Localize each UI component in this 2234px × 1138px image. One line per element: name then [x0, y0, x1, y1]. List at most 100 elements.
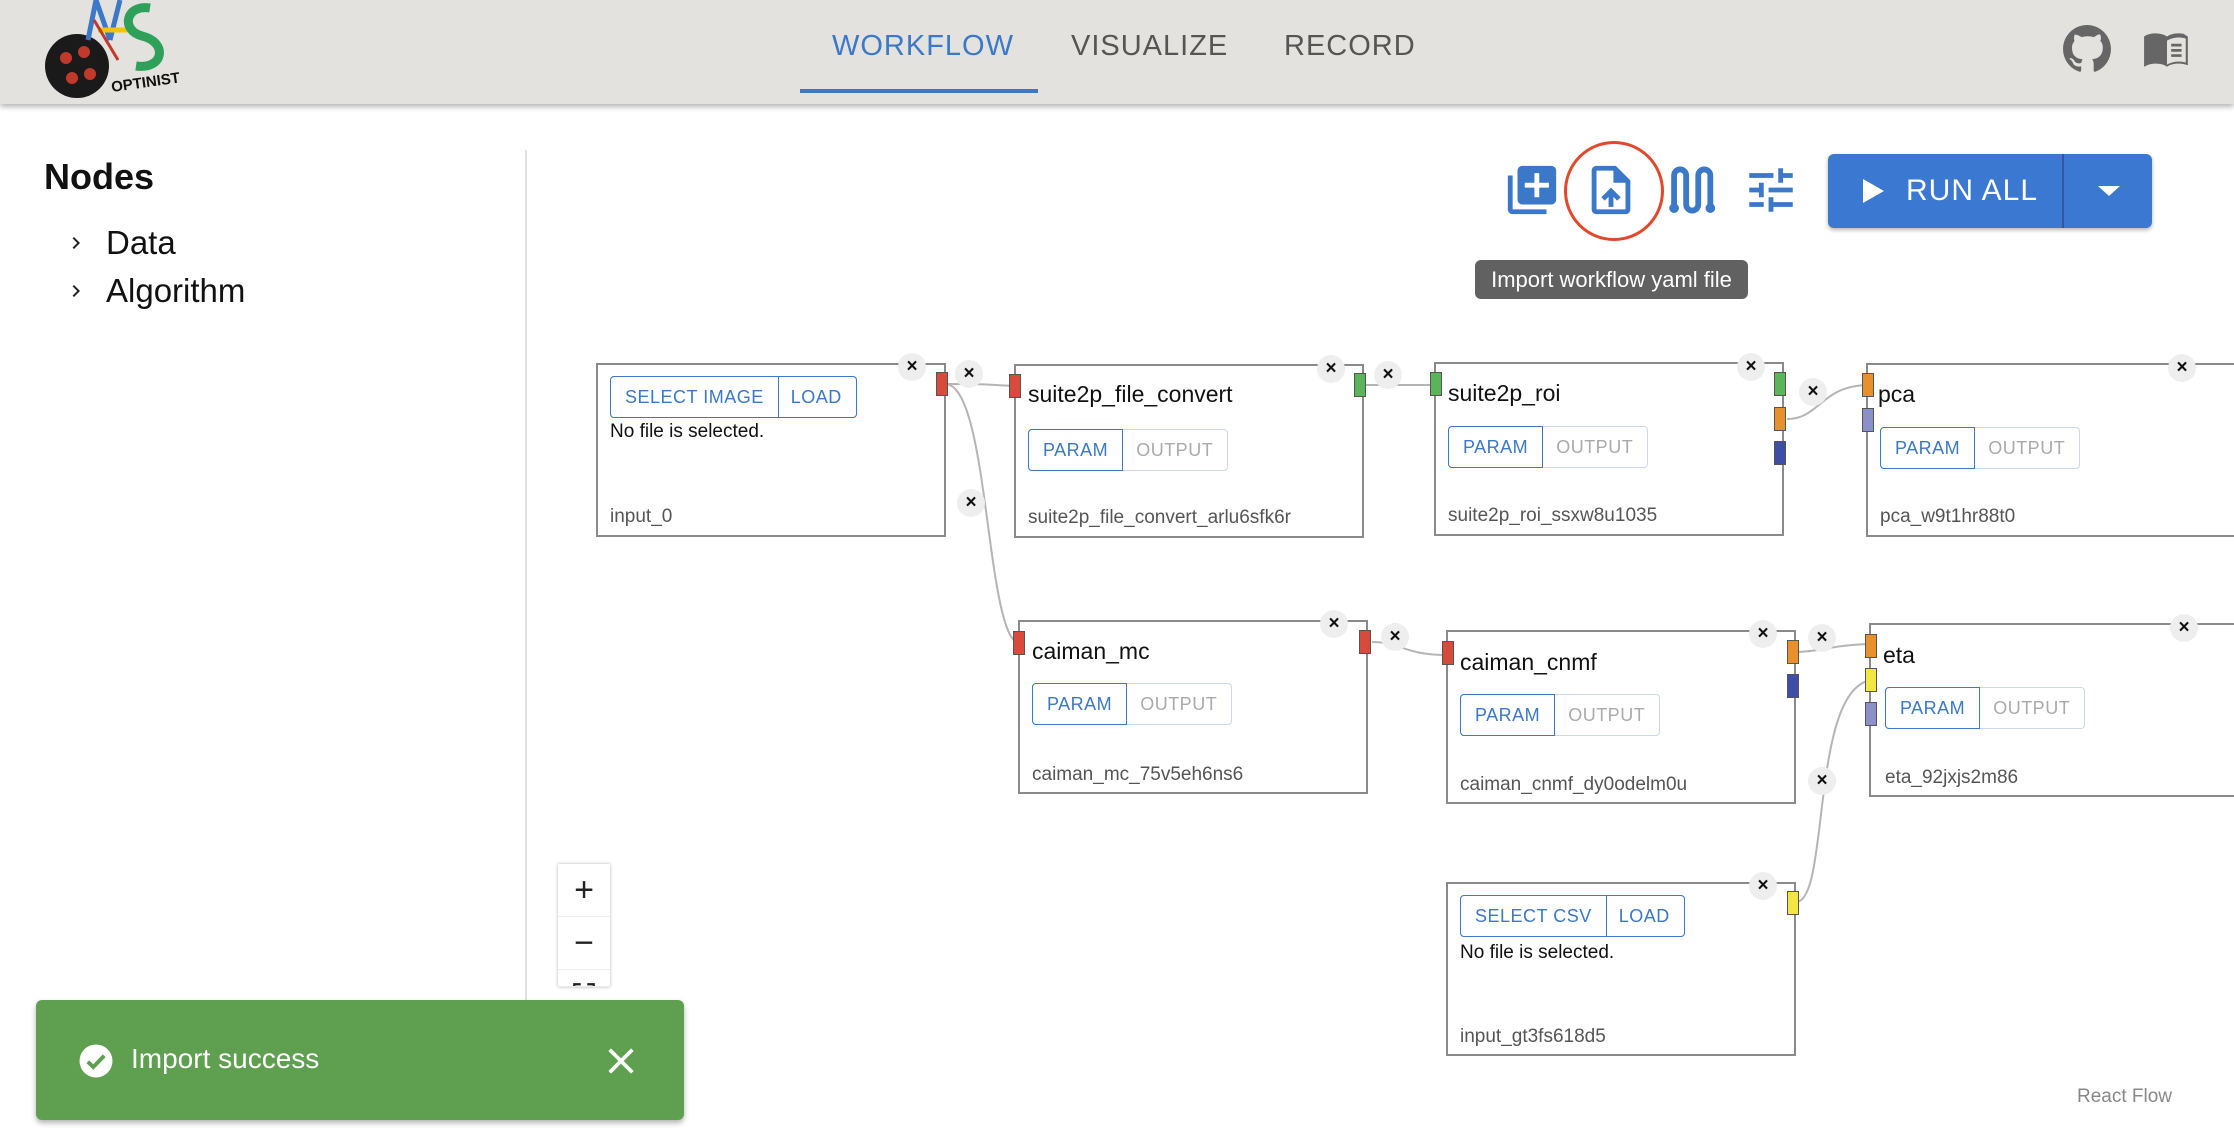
input-port-neural-data[interactable]: [1862, 373, 1874, 397]
node-id: input_0: [610, 506, 673, 527]
output-port-mc-images[interactable]: [1359, 630, 1371, 654]
select-csv-button[interactable]: SELECT CSV: [1460, 895, 1607, 937]
github-icon[interactable]: [2062, 24, 2112, 74]
input-port-iscell[interactable]: [1865, 702, 1877, 726]
node-close-button[interactable]: ×: [898, 353, 926, 381]
node-title: suite2p_file_convert: [1028, 381, 1233, 407]
output-button[interactable]: OUTPUT: [1979, 688, 2084, 728]
input-csv-button-group: SELECT CSV LOAD: [1460, 895, 1685, 937]
node-input-csv[interactable]: SELECT CSV LOAD No file is selected. inp…: [1446, 882, 1796, 1056]
node-id: pca_w9t1hr88t0: [1880, 506, 2016, 527]
node-id: caiman_mc_75v5eh6ns6: [1032, 764, 1244, 785]
svg-text:OPTINIST: OPTINIST: [110, 69, 181, 95]
node-close-button[interactable]: ×: [2168, 354, 2196, 382]
node-suite2p-file-convert[interactable]: suite2p_file_convert PARAM OUTPUT suite2…: [1014, 364, 1364, 538]
load-button[interactable]: LOAD: [776, 376, 857, 418]
react-flow-attribution[interactable]: React Flow: [2077, 1086, 2172, 1108]
node-suite2p-roi[interactable]: suite2p_roi PARAM OUTPUT suite2p_roi_ssx…: [1434, 362, 1784, 536]
output-port-image[interactable]: [936, 372, 948, 396]
edge-delete-button[interactable]: ×: [957, 489, 985, 517]
node-id: input_gt3fs618d5: [1460, 1026, 1606, 1047]
input-port-fluo[interactable]: [1430, 372, 1442, 396]
optinist-logo[interactable]: OPTINIST: [38, 0, 198, 104]
output-button[interactable]: OUTPUT: [1554, 695, 1659, 735]
node-id: caiman_cnmf_dy0odelm0u: [1460, 774, 1688, 795]
node-close-button[interactable]: ×: [1317, 355, 1345, 383]
param-button[interactable]: PARAM: [1880, 427, 1976, 469]
load-button[interactable]: LOAD: [1604, 895, 1685, 937]
node-caiman-mc[interactable]: caiman_mc PARAM OUTPUT caiman_mc_75v5eh6…: [1018, 620, 1368, 794]
output-port-fluo[interactable]: [1354, 373, 1366, 397]
output-button[interactable]: OUTPUT: [1126, 684, 1231, 724]
edge-delete-button[interactable]: ×: [1808, 624, 1836, 652]
edge-delete-button[interactable]: ×: [1808, 767, 1836, 795]
import-success-snackbar: Import success: [36, 1000, 684, 1120]
param-button[interactable]: PARAM: [1448, 426, 1544, 468]
select-image-button[interactable]: SELECT IMAGE: [610, 376, 779, 418]
input-port-neural-data[interactable]: [1865, 634, 1877, 658]
param-button[interactable]: PARAM: [1032, 683, 1128, 725]
active-tab-indicator: [800, 89, 1038, 93]
output-button[interactable]: OUTPUT: [1122, 430, 1227, 470]
output-port-csv[interactable]: [1787, 891, 1799, 915]
node-title: suite2p_roi: [1448, 380, 1561, 406]
file-status: No file is selected.: [1460, 942, 1615, 963]
tab-record[interactable]: RECORD: [1284, 30, 1416, 63]
param-output-group: PARAM OUTPUT: [1885, 687, 2086, 729]
tab-visualize[interactable]: VISUALIZE: [1071, 30, 1228, 63]
param-output-group: PARAM OUTPUT: [1448, 426, 1649, 468]
param-output-group: PARAM OUTPUT: [1032, 683, 1233, 725]
node-close-button[interactable]: ×: [1749, 620, 1777, 648]
snackbar-message: Import success: [131, 1043, 320, 1074]
edge-delete-button[interactable]: ×: [1381, 623, 1409, 651]
param-button[interactable]: PARAM: [1460, 694, 1556, 736]
fit-view-button[interactable]: [558, 970, 610, 987]
output-port-fluorescence[interactable]: [1774, 407, 1786, 431]
output-port-ops[interactable]: [1774, 372, 1786, 396]
app-header: OPTINIST WORKFLOW VISUALIZE RECORD: [0, 0, 2234, 104]
book-icon[interactable]: [2142, 24, 2192, 74]
tab-workflow[interactable]: WORKFLOW: [832, 30, 1014, 63]
output-button[interactable]: OUTPUT: [1974, 428, 2079, 468]
zoom-controls: + −: [558, 864, 610, 987]
node-input-image[interactable]: SELECT IMAGE LOAD No file is selected. i…: [596, 363, 946, 537]
input-port-images[interactable]: [1442, 641, 1454, 665]
param-button[interactable]: PARAM: [1028, 429, 1124, 471]
input-port-iscell[interactable]: [1862, 408, 1874, 432]
node-id: eta_92jxjs2m86: [1885, 767, 2019, 788]
param-button[interactable]: PARAM: [1885, 687, 1981, 729]
input-port-image[interactable]: [1013, 631, 1025, 655]
param-output-group: PARAM OUTPUT: [1028, 429, 1229, 471]
input-image-button-group: SELECT IMAGE LOAD: [610, 376, 857, 418]
close-icon[interactable]: [604, 1044, 638, 1078]
node-caiman-cnmf[interactable]: caiman_cnmf PARAM OUTPUT caiman_cnmf_dy0…: [1446, 630, 1796, 804]
node-title: caiman_mc: [1032, 638, 1150, 664]
workflow-edges: [944, 383, 1872, 903]
node-pca[interactable]: pca PARAM OUTPUT pca_w9t1hr88t0: [1866, 363, 2234, 537]
node-id: suite2p_file_convert_arlu6sfk6r: [1028, 507, 1291, 528]
param-output-group: PARAM OUTPUT: [1880, 427, 2081, 469]
output-port-fluorescence[interactable]: [1787, 640, 1799, 664]
edge-delete-button[interactable]: ×: [955, 360, 983, 388]
node-title: eta: [1883, 642, 1915, 668]
node-id: suite2p_roi_ssxw8u1035: [1448, 505, 1658, 526]
fit-view-icon: [573, 983, 595, 986]
edge-delete-button[interactable]: ×: [1374, 361, 1402, 389]
output-port-iscell[interactable]: [1787, 674, 1799, 698]
zoom-in-button[interactable]: +: [558, 864, 610, 917]
check-circle-icon: [79, 1044, 113, 1078]
node-eta[interactable]: eta PARAM OUTPUT eta_92jxjs2m86: [1869, 623, 2234, 797]
zoom-out-button[interactable]: −: [558, 917, 610, 970]
node-title: pca: [1878, 381, 1916, 407]
node-close-button[interactable]: ×: [1737, 353, 1765, 381]
output-button[interactable]: OUTPUT: [1542, 427, 1647, 467]
param-output-group: PARAM OUTPUT: [1460, 694, 1661, 736]
edge-delete-button[interactable]: ×: [1799, 378, 1827, 406]
node-close-button[interactable]: ×: [1320, 610, 1348, 638]
output-port-iscell[interactable]: [1774, 441, 1786, 465]
input-port-behaviors-data[interactable]: [1865, 668, 1877, 692]
input-port-image[interactable]: [1009, 374, 1021, 398]
node-close-button[interactable]: ×: [1749, 872, 1777, 900]
node-title: caiman_cnmf: [1460, 649, 1597, 675]
node-close-button[interactable]: ×: [2170, 614, 2198, 642]
